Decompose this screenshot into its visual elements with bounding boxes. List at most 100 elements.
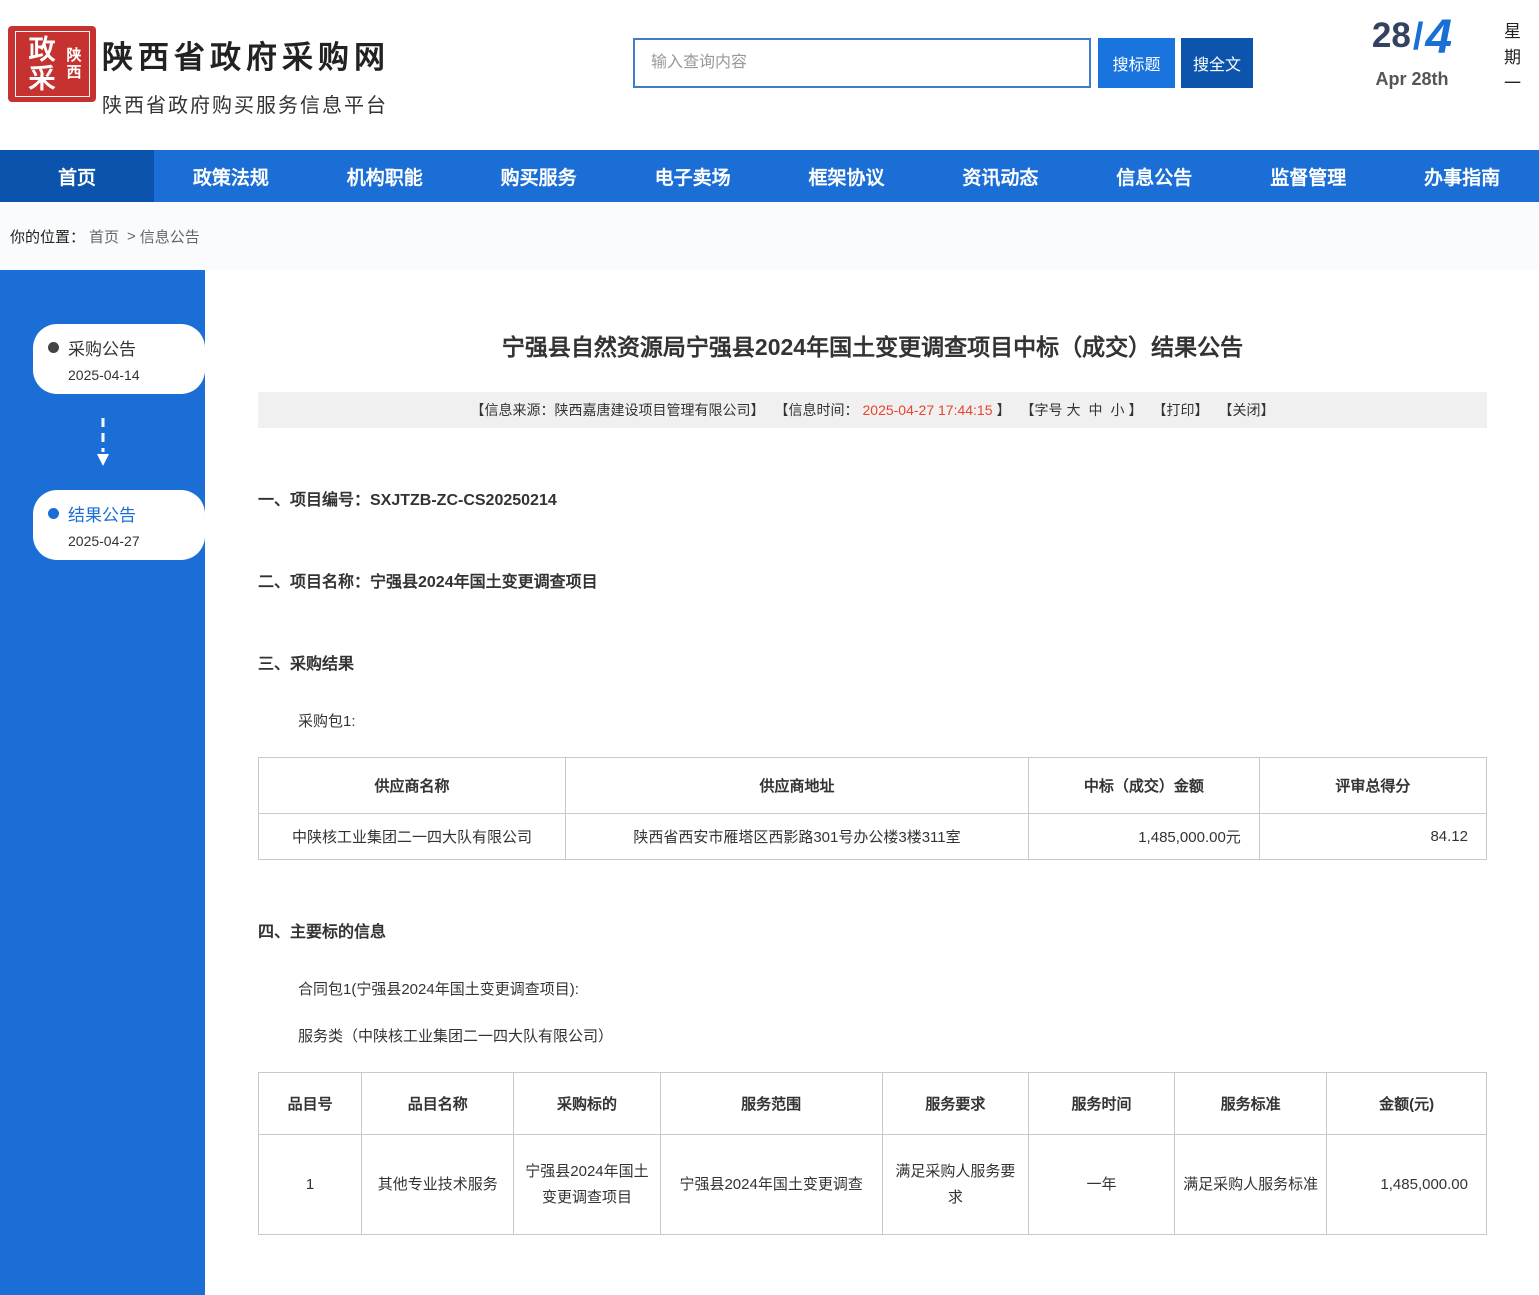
breadcrumb-home-link[interactable]: 首页 bbox=[89, 226, 119, 247]
site-subtitle: 陕西省政府购买服务信息平台 bbox=[102, 89, 390, 118]
cell-service-requirements: 满足采购人服务要求 bbox=[882, 1135, 1028, 1235]
cell-item-number: 1 bbox=[259, 1135, 362, 1235]
date-english: Apr 28th bbox=[1347, 69, 1477, 90]
column-header-review-score: 评审总得分 bbox=[1259, 758, 1486, 814]
nav-item-policies[interactable]: 政策法规 bbox=[154, 150, 308, 202]
nav-item-supervision[interactable]: 监督管理 bbox=[1231, 150, 1385, 202]
column-header-item-number: 品目号 bbox=[259, 1073, 362, 1135]
main-area: 采购公告 2025-04-14 结果公告 2025-04-27 宁强县自然资源局… bbox=[0, 270, 1539, 1295]
sidebar-item-result-notice[interactable]: 结果公告 2025-04-27 bbox=[33, 490, 205, 560]
nav-item-functions[interactable]: 机构职能 bbox=[308, 150, 462, 202]
contract-package-label: 合同包1(宁强县2024年国土变更调查项目): bbox=[258, 978, 1487, 999]
breadcrumb-separator: > bbox=[127, 228, 136, 245]
sidebar-item-date: 2025-04-14 bbox=[68, 367, 205, 383]
date-month: 4 bbox=[1425, 11, 1452, 64]
meta-time-label: 【信息时间： bbox=[775, 400, 859, 420]
section-project-number: 一、项目编号：SXJTZB-ZC-CS20250214 bbox=[258, 486, 1487, 510]
nav-item-purchase-services[interactable]: 购买服务 bbox=[462, 150, 616, 202]
search-fulltext-button[interactable]: 搜全文 bbox=[1181, 38, 1253, 88]
weekday-label: 星期一 bbox=[1498, 22, 1523, 100]
fontsize-large-button[interactable]: 大 bbox=[1067, 400, 1081, 420]
nav-item-news[interactable]: 资讯动态 bbox=[923, 150, 1077, 202]
sidebar-item-label: 结果公告 bbox=[68, 501, 136, 526]
date-day: 28 bbox=[1372, 16, 1411, 55]
table-row: 1 其他专业技术服务 宁强县2024年国土变更调查项目 宁强县2024年国土变更… bbox=[259, 1135, 1487, 1235]
cell-amount: 1,485,000.00 bbox=[1327, 1135, 1487, 1235]
cell-supplier-address: 陕西省西安市雁塔区西影路301号办公楼3楼311室 bbox=[566, 814, 1029, 860]
cell-service-standard: 满足采购人服务标准 bbox=[1175, 1135, 1327, 1235]
breadcrumb-current-link[interactable]: 信息公告 bbox=[140, 226, 200, 247]
site-logo-inner: 政采 陕西 bbox=[15, 31, 90, 97]
column-header-service-requirements: 服务要求 bbox=[882, 1073, 1028, 1135]
site-header: 政采 陕西 陕西省政府采购网 陕西省政府购买服务信息平台 搜标题 搜全文 28/… bbox=[0, 0, 1539, 150]
cell-review-score: 84.12 bbox=[1259, 814, 1486, 860]
column-header-service-scope: 服务范围 bbox=[660, 1073, 882, 1135]
column-header-amount: 金额(元) bbox=[1327, 1073, 1487, 1135]
search-bar: 搜标题 搜全文 bbox=[633, 38, 1253, 88]
site-title: 陕西省政府采购网 bbox=[102, 32, 390, 77]
site-logo[interactable]: 政采 陕西 bbox=[8, 26, 96, 102]
column-header-procurement-subject: 采购标的 bbox=[514, 1073, 660, 1135]
article-content: 宁强县自然资源局宁强县2024年国土变更调查项目中标（成交）结果公告 【信息来源… bbox=[205, 270, 1539, 1295]
nav-item-home[interactable]: 首页 bbox=[0, 150, 154, 202]
column-header-service-time: 服务时间 bbox=[1028, 1073, 1174, 1135]
column-header-service-standard: 服务标准 bbox=[1175, 1073, 1327, 1135]
sidebar: 采购公告 2025-04-14 结果公告 2025-04-27 bbox=[0, 270, 205, 1295]
sidebar-item-procurement-notice[interactable]: 采购公告 2025-04-14 bbox=[33, 324, 205, 394]
brand: 陕西省政府采购网 陕西省政府购买服务信息平台 bbox=[102, 32, 390, 118]
meta-source: 【信息来源：陕西嘉唐建设项目管理有限公司】 bbox=[471, 400, 765, 420]
meta-fontsize-label: 【字号 bbox=[1021, 400, 1063, 420]
result-table: 供应商名称 供应商地址 中标（成交）金额 评审总得分 中陕核工业集团二一四大队有… bbox=[258, 757, 1487, 860]
service-category-label: 服务类（中陕核工业集团二一四大队有限公司） bbox=[258, 1025, 1487, 1046]
cell-procurement-subject: 宁强县2024年国土变更调查项目 bbox=[514, 1135, 660, 1235]
fontsize-small-button[interactable]: 小 bbox=[1111, 400, 1125, 420]
cell-supplier-name: 中陕核工业集团二一四大队有限公司 bbox=[259, 814, 566, 860]
print-button[interactable]: 【打印】 bbox=[1153, 400, 1209, 420]
sidebar-item-row: 采购公告 bbox=[48, 335, 205, 360]
sidebar-item-row: 结果公告 bbox=[48, 501, 205, 526]
table-row: 中陕核工业集团二一四大队有限公司 陕西省西安市雁塔区西影路301号办公楼3楼31… bbox=[259, 814, 1487, 860]
date-numbers: 28/4 bbox=[1347, 16, 1477, 59]
search-input[interactable] bbox=[633, 38, 1091, 88]
subject-info-table: 品目号 品目名称 采购标的 服务范围 服务要求 服务时间 服务标准 金额(元) … bbox=[258, 1072, 1487, 1235]
timeline-arrow bbox=[0, 394, 205, 490]
logo-side-text: 陕西 bbox=[63, 47, 84, 81]
section-procurement-result: 三、采购结果 bbox=[258, 650, 1487, 674]
breadcrumb-prefix: 你的位置： bbox=[10, 226, 85, 247]
meta-time-suffix: 】 bbox=[997, 400, 1011, 420]
sidebar-item-date: 2025-04-27 bbox=[68, 533, 205, 549]
close-button[interactable]: 【关闭】 bbox=[1219, 400, 1275, 420]
subject-table-header-row: 品目号 品目名称 采购标的 服务范围 服务要求 服务时间 服务标准 金额(元) bbox=[259, 1073, 1487, 1135]
package-label: 采购包1: bbox=[258, 710, 1487, 731]
meta-time-value: 2025-04-27 17:44:15 bbox=[863, 402, 993, 418]
nav-item-service-guide[interactable]: 办事指南 bbox=[1385, 150, 1539, 202]
nav-item-e-marketplace[interactable]: 电子卖场 bbox=[616, 150, 770, 202]
cell-award-amount: 1,485,000.00元 bbox=[1028, 814, 1259, 860]
column-header-supplier-name: 供应商名称 bbox=[259, 758, 566, 814]
main-nav: 首页 政策法规 机构职能 购买服务 电子卖场 框架协议 资讯动态 信息公告 监督… bbox=[0, 150, 1539, 202]
result-table-header-row: 供应商名称 供应商地址 中标（成交）金额 评审总得分 bbox=[259, 758, 1487, 814]
breadcrumb: 你的位置： 首页 > 信息公告 bbox=[0, 202, 1539, 270]
bullet-icon bbox=[48, 342, 59, 353]
date-display: 28/4 Apr 28th bbox=[1347, 16, 1477, 90]
column-header-supplier-address: 供应商地址 bbox=[566, 758, 1029, 814]
date-slash: / bbox=[1413, 16, 1424, 58]
fontsize-medium-button[interactable]: 中 bbox=[1089, 400, 1103, 420]
bullet-icon bbox=[48, 508, 59, 519]
logo-main-text: 政采 bbox=[21, 35, 60, 93]
column-header-award-amount: 中标（成交）金额 bbox=[1028, 758, 1259, 814]
section-project-name: 二、项目名称：宁强县2024年国土变更调查项目 bbox=[258, 568, 1487, 592]
sidebar-item-label: 采购公告 bbox=[68, 335, 136, 360]
nav-item-announcements[interactable]: 信息公告 bbox=[1077, 150, 1231, 202]
arrow-down-icon bbox=[95, 416, 111, 468]
cell-service-scope: 宁强县2024年国土变更调查 bbox=[660, 1135, 882, 1235]
nav-item-framework-agreements[interactable]: 框架协议 bbox=[770, 150, 924, 202]
search-title-button[interactable]: 搜标题 bbox=[1098, 38, 1175, 88]
article-meta-bar: 【信息来源：陕西嘉唐建设项目管理有限公司】 【信息时间： 2025-04-27 … bbox=[258, 392, 1487, 428]
page-title: 宁强县自然资源局宁强县2024年国土变更调查项目中标（成交）结果公告 bbox=[258, 328, 1487, 362]
cell-service-time: 一年 bbox=[1028, 1135, 1174, 1235]
meta-fontsize-suffix: 】 bbox=[1129, 400, 1143, 420]
cell-item-name: 其他专业技术服务 bbox=[362, 1135, 514, 1235]
column-header-item-name: 品目名称 bbox=[362, 1073, 514, 1135]
section-subject-info: 四、主要标的信息 bbox=[258, 918, 1487, 942]
